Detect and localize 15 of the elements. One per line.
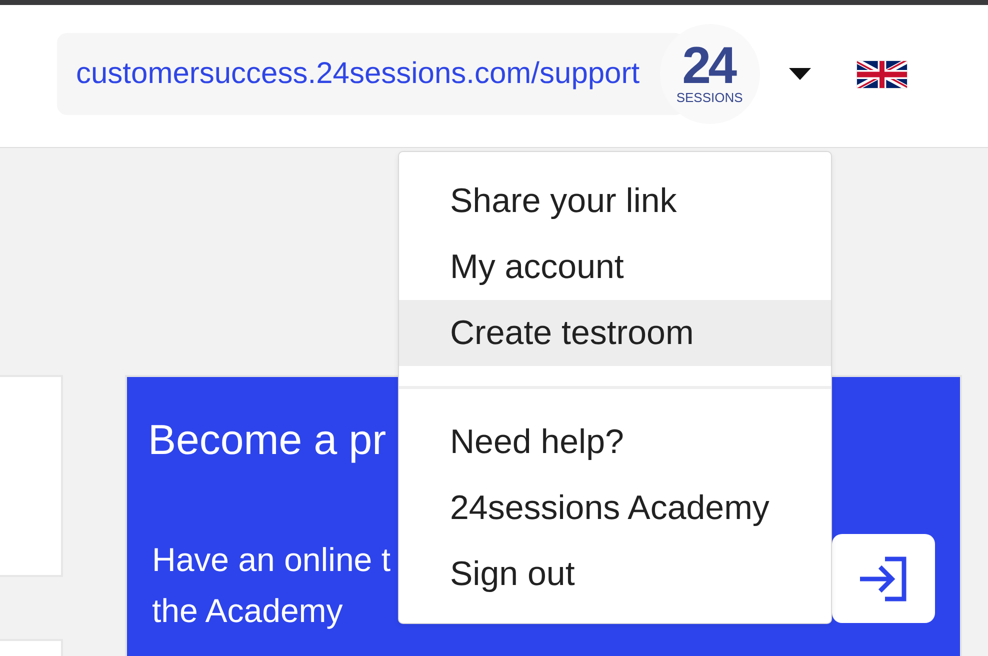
logo-number: 24 [682,44,735,88]
menu-item[interactable]: Sign out [399,541,831,607]
uk-flag-icon[interactable] [856,60,907,88]
card-title: Become a pr [148,415,386,465]
caret-icon[interactable] [788,68,811,80]
logo-wordmark: SESSIONS [676,90,743,104]
card-description: Have an online t the Academy [152,540,390,631]
menu-item[interactable]: Create testroom [399,300,831,366]
url-link[interactable]: customersuccess.24sessions.com/support [76,57,640,91]
menu-item[interactable]: Share your link [399,168,831,234]
login-icon [858,556,908,602]
menu-item[interactable]: 24sessions Academy [399,475,831,541]
menu-item[interactable]: My account [399,234,831,300]
enter-button[interactable] [832,534,935,623]
menu-item[interactable]: Need help? [399,409,831,475]
